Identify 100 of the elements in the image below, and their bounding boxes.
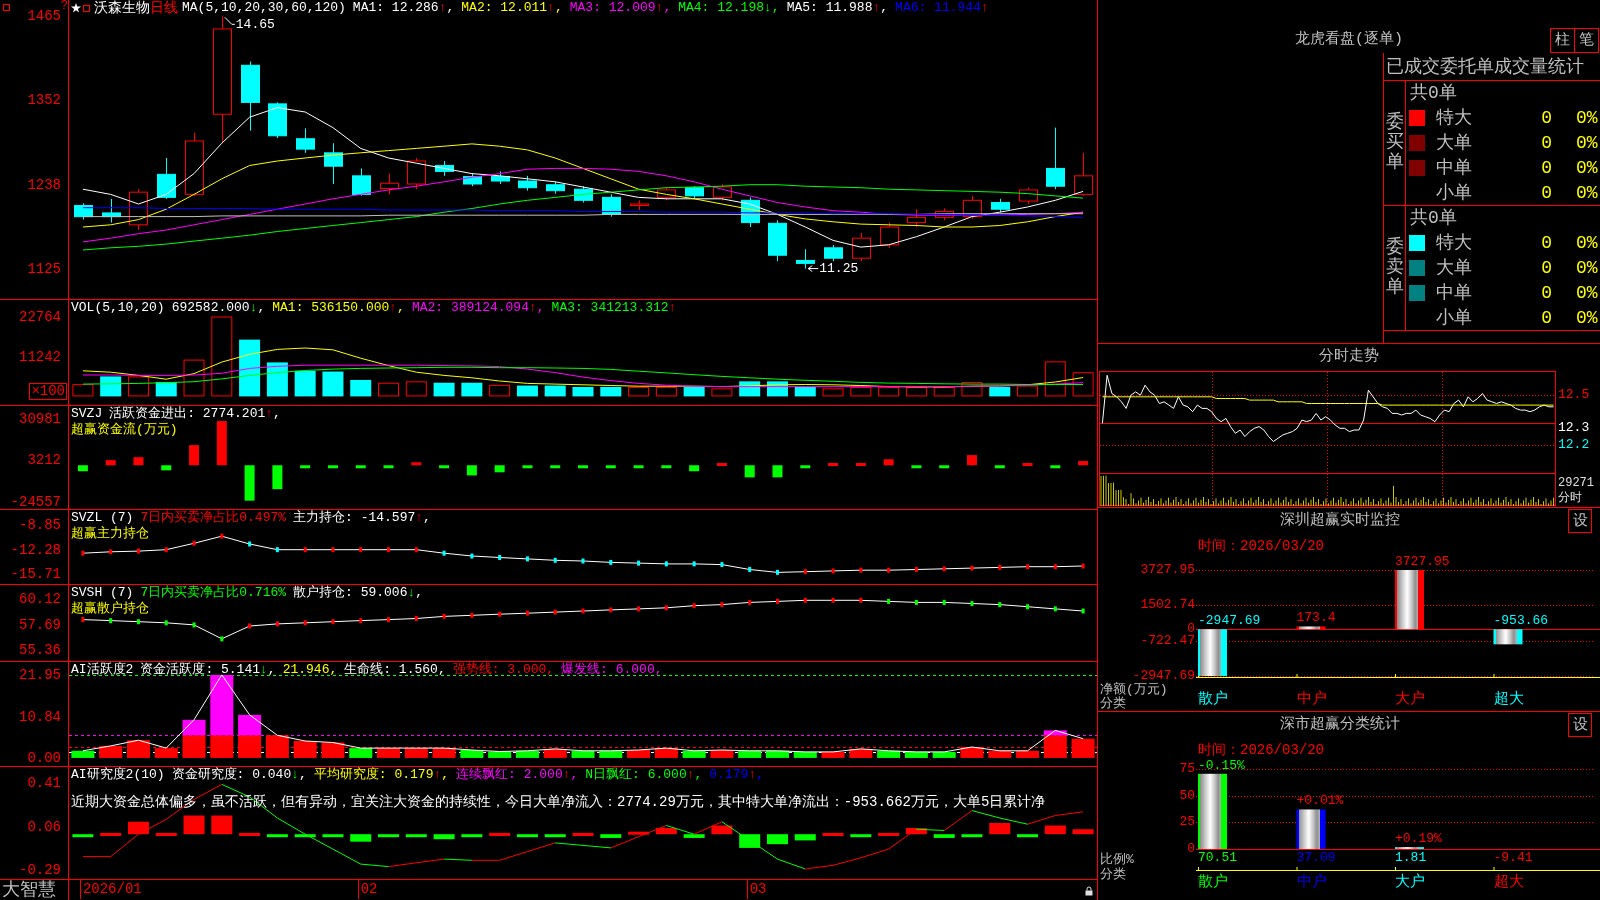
bar-value-label: -9.41: [1493, 851, 1533, 865]
indicator-name: SVZL (7): [71, 510, 134, 526]
point: [692, 561, 696, 567]
bar: [182, 719, 206, 736]
bar: [466, 465, 477, 476]
group-label: 委卖单: [1385, 238, 1404, 298]
legend-value: 资金活跃度: 5.141↓,: [140, 662, 276, 678]
lock-icon: [1085, 886, 1093, 896]
bar: [605, 465, 616, 469]
bar: [1017, 385, 1039, 397]
order-share: 0%: [1576, 182, 1598, 203]
legend-value: 生命线: 1.560,: [344, 662, 446, 678]
chart-title: 深市超赢分类统计: [1280, 716, 1400, 734]
bar: [294, 370, 316, 397]
bar: [966, 455, 977, 466]
settings-button[interactable]: 设: [1568, 713, 1592, 737]
brand-logo: 大智慧: [1, 880, 56, 900]
bar: [239, 339, 261, 397]
view-toggle-button[interactable]: 柱: [1550, 28, 1575, 53]
y-axis-label: 10.84: [19, 709, 61, 726]
y-axis-label: 1125: [27, 260, 61, 277]
bar: [439, 465, 450, 469]
order-count: 0: [1540, 282, 1552, 303]
candlestick: [157, 157, 176, 200]
bar: [155, 832, 177, 836]
square-icon: [3, 4, 10, 11]
bar: [322, 371, 344, 397]
bar: [433, 382, 455, 397]
volume-scale-label: 分时: [1558, 491, 1583, 506]
y-axis-label: -24557: [10, 493, 61, 510]
y-axis-label: -722.47: [1140, 633, 1195, 648]
category-label: 大户: [1395, 692, 1425, 708]
chart-subtitle: 时间：2026/03/20: [1198, 538, 1324, 554]
point: [81, 617, 85, 623]
table-title: 已成交委托单成交量统计: [1386, 56, 1584, 77]
bar: [100, 376, 122, 397]
legend-value: MA1: 12.286↑,: [352, 0, 455, 16]
bar: [683, 834, 705, 838]
y-axis-label: 3212: [27, 452, 61, 469]
bar: [350, 834, 372, 842]
bar: [1072, 372, 1094, 397]
point: [387, 547, 391, 553]
high-price-annotation: 14.65: [235, 18, 275, 33]
point: [1081, 563, 1085, 569]
bar: [1050, 465, 1061, 469]
point: [803, 569, 807, 575]
bar: [600, 386, 622, 397]
legend-value: N日飘红: 6.000↑,: [585, 767, 703, 783]
bar: [599, 750, 623, 758]
bar: [878, 386, 900, 397]
bar: [1017, 834, 1039, 838]
point: [859, 567, 863, 573]
bar: [766, 834, 788, 845]
group-total: 共0单: [1410, 83, 1457, 104]
point: [525, 556, 529, 562]
point: [775, 598, 779, 604]
question-mark: ?: [60, 0, 68, 13]
y-axis-label: 11242: [19, 349, 61, 365]
bar: [933, 834, 955, 838]
legend-value: MA5: 11.988↑,: [786, 0, 889, 16]
bar: [211, 815, 233, 835]
point: [609, 607, 613, 613]
bar: [460, 750, 484, 758]
x-axis-title: 分类: [1100, 697, 1126, 711]
settings-button[interactable]: 设: [1568, 509, 1592, 533]
bar: [544, 385, 566, 397]
legend-value: MA3: 12.009↑,: [569, 0, 672, 16]
category-label: 散户: [1198, 875, 1228, 891]
legend-value: MA6: 11.944↑: [895, 0, 989, 16]
candlestick: [407, 157, 426, 190]
change-label: +0.19%: [1395, 832, 1442, 847]
change-label: +0.01%: [1296, 794, 1344, 809]
indicator-name: AI活跃度2: [71, 662, 134, 678]
bar: [988, 750, 1012, 758]
bar: [939, 465, 950, 469]
bar: [822, 388, 844, 397]
bar: [877, 750, 901, 758]
legend-value: 资金研究度: 0.040↓,: [171, 767, 307, 783]
legend-value: 0.179↑,: [709, 767, 764, 783]
point: [164, 620, 168, 626]
volume-scale-label: 29271: [1558, 476, 1595, 491]
indicator-name: SVZJ: [71, 406, 103, 422]
point: [553, 609, 557, 615]
bar: [961, 834, 983, 838]
point: [914, 567, 918, 573]
point: [192, 622, 196, 628]
legend-value: 主力持仓: -14.597↑,: [293, 510, 431, 526]
legend-value: 活跃资金进出: 2774.201↑,: [109, 406, 281, 422]
candlestick: [880, 222, 899, 249]
view-toggle-button[interactable]: 笔: [1574, 28, 1599, 53]
bar: [572, 386, 594, 397]
y-axis-label: 12.5: [1558, 388, 1590, 403]
bar: [794, 834, 816, 841]
legend-value: 平均研究度: 0.179↑,: [313, 767, 450, 783]
bar: [633, 465, 644, 469]
group-total: 共0单: [1410, 208, 1457, 229]
y-axis-label: 12.3: [1558, 421, 1590, 436]
point: [720, 562, 724, 568]
point: [887, 567, 891, 573]
bar: [522, 465, 533, 469]
